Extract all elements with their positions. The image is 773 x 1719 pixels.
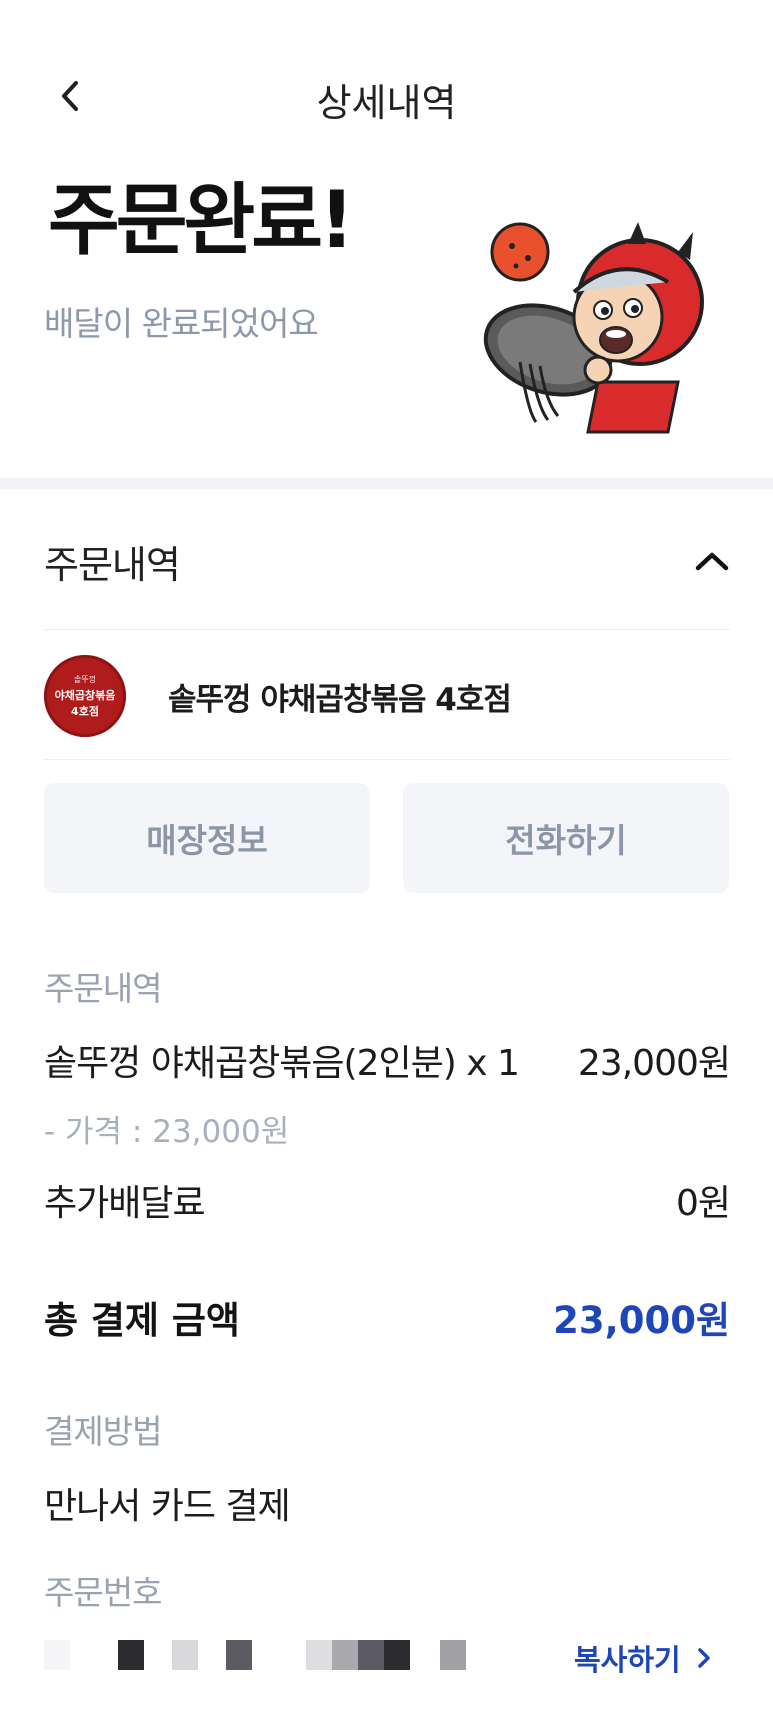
extra-fee-value: 0원 bbox=[675, 1183, 731, 1224]
store-logo-mid: 야채곱창볶음 bbox=[54, 688, 116, 702]
chevron-up-icon bbox=[695, 552, 729, 571]
payment-method-label: 결제방법 bbox=[44, 1412, 162, 1451]
divider bbox=[44, 759, 730, 760]
order-section-toggle[interactable]: 주문내역 bbox=[44, 534, 730, 588]
store-logo: 솥뚜껑 야채곱창볶음 4호점 bbox=[44, 655, 126, 737]
order-section-title: 주문내역 bbox=[44, 542, 181, 587]
section-divider bbox=[0, 478, 773, 489]
divider bbox=[44, 629, 730, 630]
top-bar: 상세내역 bbox=[0, 0, 773, 190]
copy-order-number-button[interactable]: 복사하기 bbox=[574, 1637, 711, 1679]
order-item-price: 23,000원 bbox=[577, 1043, 731, 1084]
store-info-button[interactable]: 매장정보 bbox=[44, 783, 370, 893]
store-logo-top: 솥뚜껑 bbox=[73, 674, 97, 684]
order-item-price-detail: - 가격 : 23,000원 bbox=[44, 1114, 290, 1150]
chevron-right-icon bbox=[697, 1648, 710, 1668]
order-complete-title: 주문완료! bbox=[48, 176, 355, 266]
call-button[interactable]: 전화하기 bbox=[403, 783, 729, 893]
order-item-name: 솥뚜껑 야채곱창볶음(2인분) x 1 bbox=[44, 1043, 520, 1084]
order-item-row: 솥뚜껑 야채곱창볶음(2인분) x 1 23,000원 bbox=[44, 1034, 731, 1086]
order-number-label: 주문번호 bbox=[44, 1573, 162, 1612]
store-name: 솥뚜껑 야채곱창볶음 4호점 bbox=[168, 681, 512, 718]
store-logo-bottom: 4호점 bbox=[71, 704, 99, 718]
extra-fee-row: 추가배달료 0원 bbox=[44, 1174, 731, 1226]
store-row: 솥뚜껑 야채곱창볶음 4호점 솥뚜껑 야채곱창볶음 4호점 bbox=[44, 654, 730, 738]
extra-fee-label: 추가배달료 bbox=[44, 1183, 206, 1224]
total-amount: 23,000원 bbox=[553, 1299, 730, 1342]
order-number-masked bbox=[44, 1640, 474, 1674]
page-title: 상세내역 bbox=[316, 81, 457, 125]
total-row: 총 결제 금액 23,000원 bbox=[44, 1290, 730, 1344]
delivery-status-text: 배달이 완료되었어요 bbox=[44, 304, 319, 343]
payment-method-value: 만나서 카드 결제 bbox=[44, 1486, 291, 1527]
order-details-label: 주문내역 bbox=[44, 969, 162, 1008]
copy-label: 복사하기 bbox=[574, 1643, 681, 1677]
mascot-illustration bbox=[483, 222, 704, 434]
total-label: 총 결제 금액 bbox=[44, 1299, 240, 1342]
